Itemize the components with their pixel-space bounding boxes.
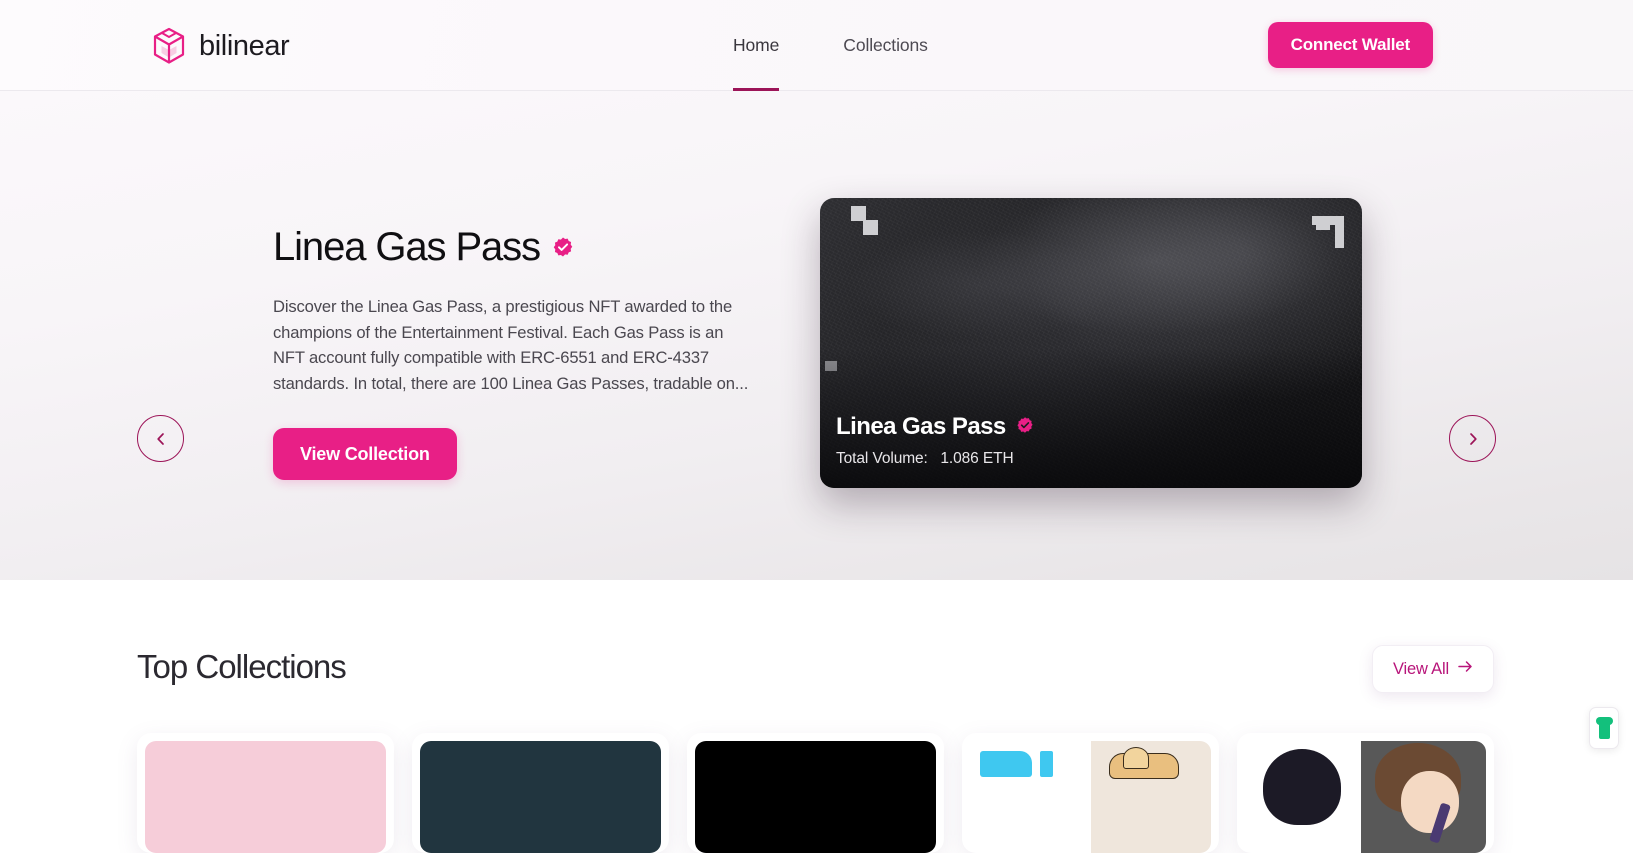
- nft-card-name: Linea Gas Pass: [836, 413, 1034, 441]
- cube-logo-icon: [150, 26, 188, 66]
- view-all-button[interactable]: View All: [1372, 645, 1494, 693]
- view-collection-button[interactable]: View Collection: [273, 428, 457, 480]
- nav-item-collections-label: Collections: [843, 35, 928, 55]
- chevron-right-icon: [1465, 431, 1481, 447]
- hero-title: Linea Gas Pass: [273, 225, 773, 269]
- hero-nft-card[interactable]: Linea Gas Pass Total Volume: 1.086 ETH: [820, 198, 1362, 488]
- chevron-left-icon: [153, 431, 169, 447]
- nft-card-name-text: Linea Gas Pass: [836, 413, 1006, 440]
- nft-card-meta: Linea Gas Pass Total Volume: 1.086 ETH: [836, 413, 1034, 468]
- view-all-label: View All: [1393, 659, 1449, 678]
- collection-thumbnail: [1245, 741, 1486, 853]
- collection-card[interactable]: [412, 733, 669, 853]
- section-title: Top Collections: [137, 648, 347, 685]
- carousel-next-button[interactable]: [1449, 415, 1496, 462]
- collection-thumbnail: [420, 741, 661, 853]
- connect-wallet-button[interactable]: Connect Wallet: [1267, 22, 1433, 68]
- nav-item-collections[interactable]: Collections: [843, 0, 928, 91]
- main-nav: Home Collections: [733, 0, 928, 91]
- collection-card[interactable]: [137, 733, 394, 853]
- site-header: bilinear Home Collections Connect Wallet: [0, 0, 1633, 91]
- collection-thumbnail: [970, 741, 1211, 853]
- nav-item-home[interactable]: Home: [733, 0, 780, 91]
- hero-title-text: Linea Gas Pass: [273, 225, 541, 269]
- bitwarden-extension-icon: [1595, 717, 1613, 739]
- nft-volume-value: 1.086 ETH: [940, 450, 1014, 467]
- collection-thumbnail: [145, 741, 386, 853]
- carousel-prev-button[interactable]: [137, 415, 184, 462]
- verified-badge-icon: [552, 236, 574, 258]
- collection-thumbnail: [695, 741, 936, 853]
- collection-card[interactable]: [687, 733, 944, 853]
- verified-badge-icon: [1016, 413, 1034, 441]
- hero-content: Linea Gas Pass Discover the Linea Gas Pa…: [273, 225, 773, 480]
- pixel-decor-icon: [1312, 216, 1344, 225]
- nft-card-volume: Total Volume: 1.086 ETH: [836, 450, 1034, 468]
- browser-extension-button[interactable]: [1589, 707, 1619, 749]
- hero-description: Discover the Linea Gas Pass, a prestigio…: [273, 297, 749, 393]
- hero-carousel: Linea Gas Pass Discover the Linea Gas Pa…: [0, 91, 1633, 620]
- collections-card-row: [137, 733, 1494, 853]
- arrow-right-icon: [1458, 660, 1473, 678]
- pixel-decor-icon: [863, 220, 878, 235]
- pixel-decor-icon: [851, 206, 866, 221]
- nav-item-home-label: Home: [733, 35, 780, 55]
- logo[interactable]: bilinear: [150, 26, 290, 66]
- collection-card[interactable]: [962, 733, 1219, 853]
- logo-text: bilinear: [199, 29, 290, 62]
- collection-card[interactable]: [1237, 733, 1494, 853]
- nft-volume-label: Total Volume:: [836, 450, 928, 467]
